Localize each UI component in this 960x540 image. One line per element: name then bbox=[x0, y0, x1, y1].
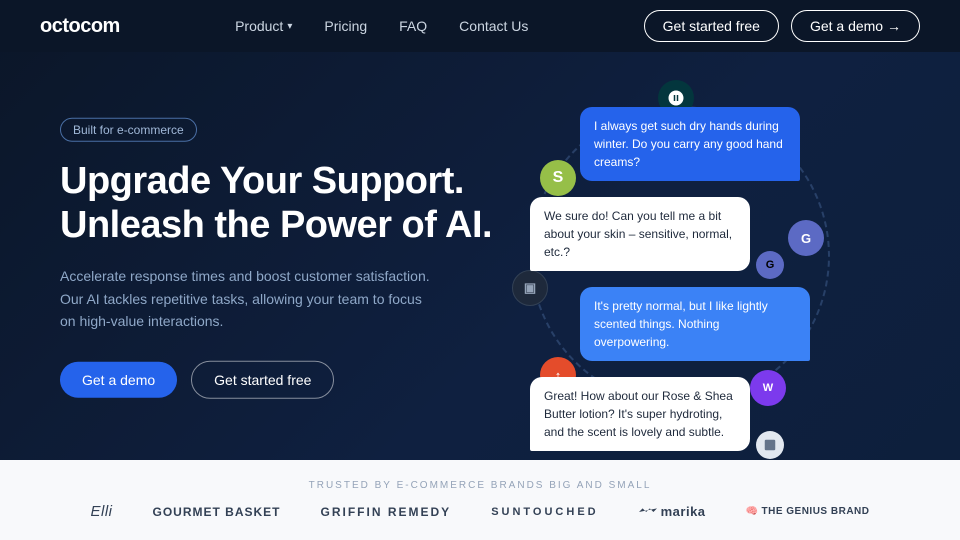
chat-messages: I always get such dry hands during winte… bbox=[520, 107, 810, 467]
hero-demo-button[interactable]: Get a demo bbox=[60, 361, 177, 397]
chat-visualization: S G ▣ ↑ W ↗ I always get such dry hands … bbox=[440, 52, 920, 460]
hero-buttons: Get a demo Get started free bbox=[60, 360, 492, 398]
brand-elli: Elli bbox=[90, 503, 112, 520]
logo: octocom bbox=[40, 15, 120, 38]
brand-gourmet: GOURMET BASKET bbox=[153, 505, 281, 519]
hero-free-button[interactable]: Get started free bbox=[191, 360, 334, 398]
get-started-button[interactable]: Get started free bbox=[644, 10, 779, 42]
nav-links: Product ▾ Pricing FAQ Contact Us bbox=[235, 18, 528, 34]
chat-row-1: I always get such dry hands during winte… bbox=[520, 107, 810, 189]
chat-row-3: It's pretty normal, but I like lightly s… bbox=[520, 287, 810, 369]
chat-message-1: I always get such dry hands during winte… bbox=[580, 107, 800, 181]
bot-avatar-2 bbox=[756, 431, 784, 459]
brand-griffin: GRIFFIN REMEDY bbox=[321, 505, 452, 519]
brand-genius: 🧠 THE GENIUS BRAND bbox=[746, 506, 870, 517]
trusted-label: TRUSTED BY E-COMMERCE BRANDS BIG AND SMA… bbox=[309, 480, 652, 491]
chat-row-2: We sure do! Can you tell me a bit about … bbox=[520, 197, 810, 279]
nav-contact[interactable]: Contact Us bbox=[459, 18, 528, 34]
nav-product[interactable]: Product ▾ bbox=[235, 18, 292, 34]
hero-subtitle: Accelerate response times and boost cust… bbox=[60, 265, 440, 332]
hero-content: Built for e-commerce Upgrade Your Suppor… bbox=[60, 118, 492, 399]
brand-suntouched: SUNTOUCHED bbox=[491, 506, 598, 518]
nav-actions: Get started free Get a demo → bbox=[644, 10, 920, 42]
hero-badge: Built for e-commerce bbox=[60, 118, 197, 142]
chat-message-4: Great! How about our Rose & Shea Butter … bbox=[530, 377, 750, 451]
hero-section: Built for e-commerce Upgrade Your Suppor… bbox=[0, 0, 960, 460]
nav-faq[interactable]: FAQ bbox=[399, 18, 427, 34]
trusted-bar: TRUSTED BY E-COMMERCE BRANDS BIG AND SMA… bbox=[0, 460, 960, 540]
bot-avatar: G bbox=[756, 251, 784, 279]
hero-title: Upgrade Your Support. Unleash the Power … bbox=[60, 160, 492, 247]
nav-pricing[interactable]: Pricing bbox=[324, 18, 367, 34]
brand-logos: Elli GOURMET BASKET GRIFFIN REMEDY SUNTO… bbox=[90, 503, 869, 520]
chat-row-4: Great! How about our Rose & Shea Butter … bbox=[520, 377, 810, 459]
chat-message-3: It's pretty normal, but I like lightly s… bbox=[580, 287, 810, 361]
chevron-down-icon: ▾ bbox=[287, 21, 292, 32]
navbar: octocom Product ▾ Pricing FAQ Contact Us… bbox=[0, 0, 960, 52]
get-demo-button[interactable]: Get a demo → bbox=[791, 10, 920, 42]
chat-message-2: We sure do! Can you tell me a bit about … bbox=[530, 197, 750, 271]
brand-marika: marika bbox=[639, 504, 706, 519]
